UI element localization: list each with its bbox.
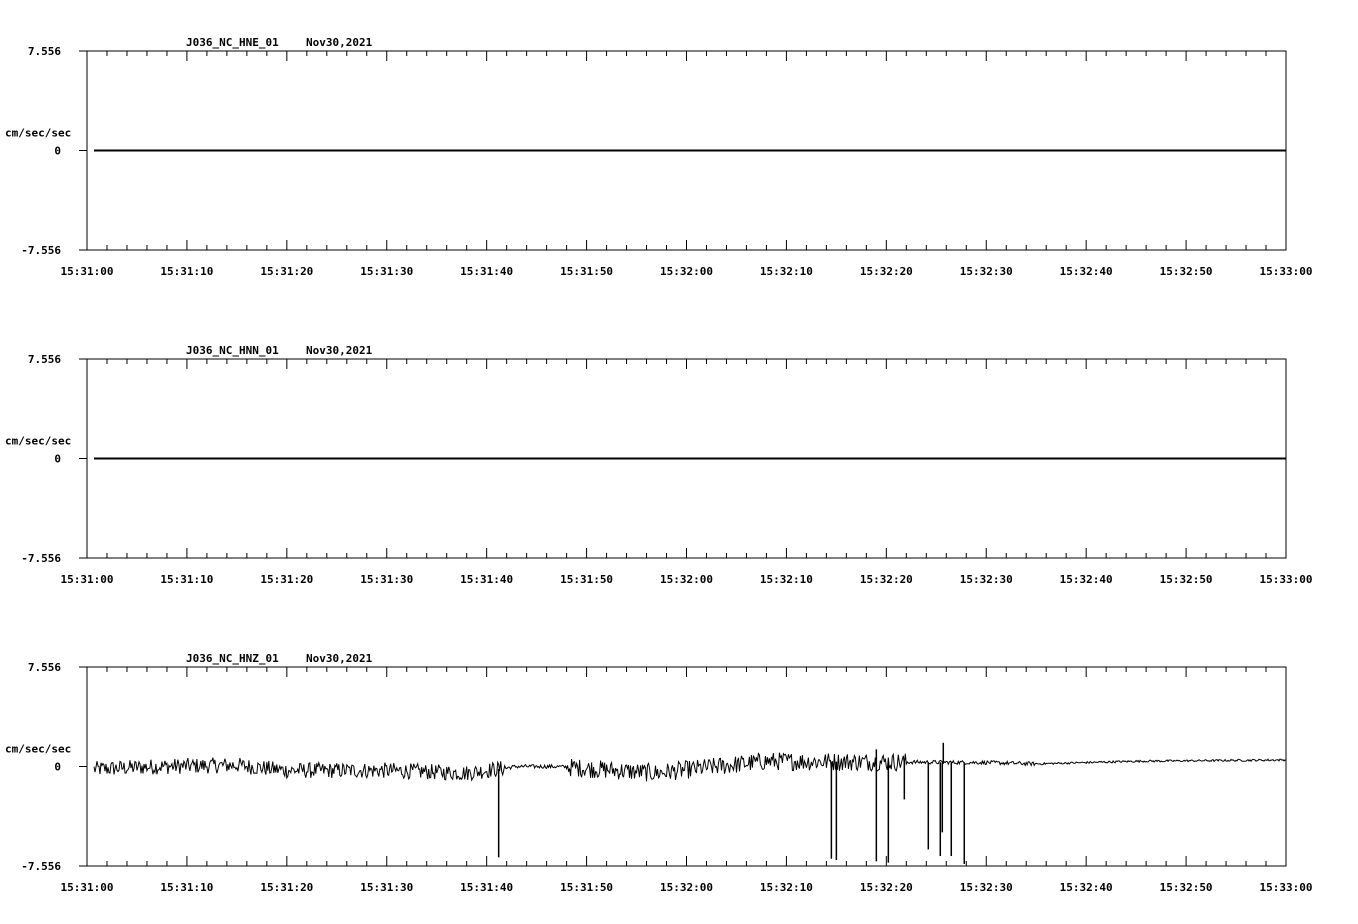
- station-title: J036_NC_HNE_01: [186, 36, 279, 49]
- x-tick-label: 15:33:00: [1260, 265, 1313, 278]
- y-tick-label: -7.556: [21, 552, 61, 565]
- x-tick-label: 15:31:10: [160, 573, 213, 586]
- y-tick-label: 7.556: [28, 45, 61, 58]
- seismogram-panel-2: J036_NC_HNN_01 Nov30,2021 cm/sec/sec 7.556 0…: [5, 344, 1312, 586]
- x-tick-label: 15:31:00: [61, 881, 114, 894]
- x-tick-label: 15:31:10: [160, 881, 213, 894]
- x-tick-label: 15:31:30: [360, 265, 413, 278]
- x-tick-label: 15:32:30: [960, 573, 1013, 586]
- x-tick-label: 15:31:10: [160, 265, 213, 278]
- x-tick-label: 15:31:50: [560, 265, 613, 278]
- x-tick-label: 15:31:30: [360, 573, 413, 586]
- x-tick-label: 15:32:10: [760, 265, 813, 278]
- x-tick-label: 15:32:40: [1060, 265, 1113, 278]
- x-tick-label: 15:32:50: [1160, 265, 1213, 278]
- y-tick-label: 7.556: [28, 353, 61, 366]
- seismogram-panel-1: J036_NC_HNE_01 Nov30,2021 cm/sec/sec 7.556 0…: [5, 36, 1312, 278]
- y-axis-label: cm/sec/sec: [5, 127, 71, 140]
- y-tick-label: 0: [54, 145, 61, 158]
- x-tick-label: 15:31:00: [61, 573, 114, 586]
- seismogram-panel-3: J036_NC_HNZ_01 Nov30,2021 cm/sec/sec 7.556 0…: [5, 652, 1312, 894]
- x-tick-label: 15:32:40: [1060, 881, 1113, 894]
- x-tick-label: 15:32:20: [860, 573, 913, 586]
- x-tick-label: 15:32:10: [760, 881, 813, 894]
- x-tick-label: 15:31:50: [560, 881, 613, 894]
- x-tick-label: 15:32:50: [1160, 881, 1213, 894]
- x-tick-label: 15:31:20: [260, 881, 313, 894]
- y-tick-label: -7.556: [21, 860, 61, 873]
- x-tick-label: 15:32:10: [760, 573, 813, 586]
- x-tick-label: 15:31:20: [260, 573, 313, 586]
- x-tick-label: 15:31:40: [460, 573, 513, 586]
- x-tick-label: 15:31:00: [61, 265, 114, 278]
- x-tick-label: 15:32:40: [1060, 573, 1113, 586]
- station-title: J036_NC_HNN_01: [186, 344, 279, 357]
- x-tick-label: 15:32:00: [660, 265, 713, 278]
- waveform-trace: [93, 752, 1287, 782]
- y-tick-label: 0: [54, 453, 61, 466]
- y-axis-label: cm/sec/sec: [5, 435, 71, 448]
- x-tick-label: 15:32:20: [860, 265, 913, 278]
- x-tick-label: 15:31:20: [260, 265, 313, 278]
- x-tick-label: 15:33:00: [1260, 881, 1313, 894]
- x-tick-label: 15:32:50: [1160, 573, 1213, 586]
- y-tick-label: 0: [54, 761, 61, 774]
- station-title: J036_NC_HNZ_01: [186, 652, 279, 665]
- record-date: Nov30,2021: [306, 652, 373, 665]
- x-tick-label: 15:32:00: [660, 573, 713, 586]
- x-tick-label: 15:32:30: [960, 881, 1013, 894]
- record-date: Nov30,2021: [306, 344, 373, 357]
- x-tick-label: 15:33:00: [1260, 573, 1313, 586]
- x-tick-label: 15:31:40: [460, 265, 513, 278]
- record-date: Nov30,2021: [306, 36, 373, 49]
- x-tick-label: 15:31:40: [460, 881, 513, 894]
- x-tick-label: 15:31:30: [360, 881, 413, 894]
- y-tick-label: 7.556: [28, 661, 61, 674]
- x-tick-label: 15:31:50: [560, 573, 613, 586]
- x-tick-label: 15:32:30: [960, 265, 1013, 278]
- y-axis-label: cm/sec/sec: [5, 743, 71, 756]
- x-tick-label: 15:32:00: [660, 881, 713, 894]
- seismogram-figure: J036_NC_HNE_01 Nov30,2021 cm/sec/sec 7.556 0…: [5, 36, 1312, 894]
- x-tick-label: 15:32:20: [860, 881, 913, 894]
- y-tick-label: -7.556: [21, 244, 61, 257]
